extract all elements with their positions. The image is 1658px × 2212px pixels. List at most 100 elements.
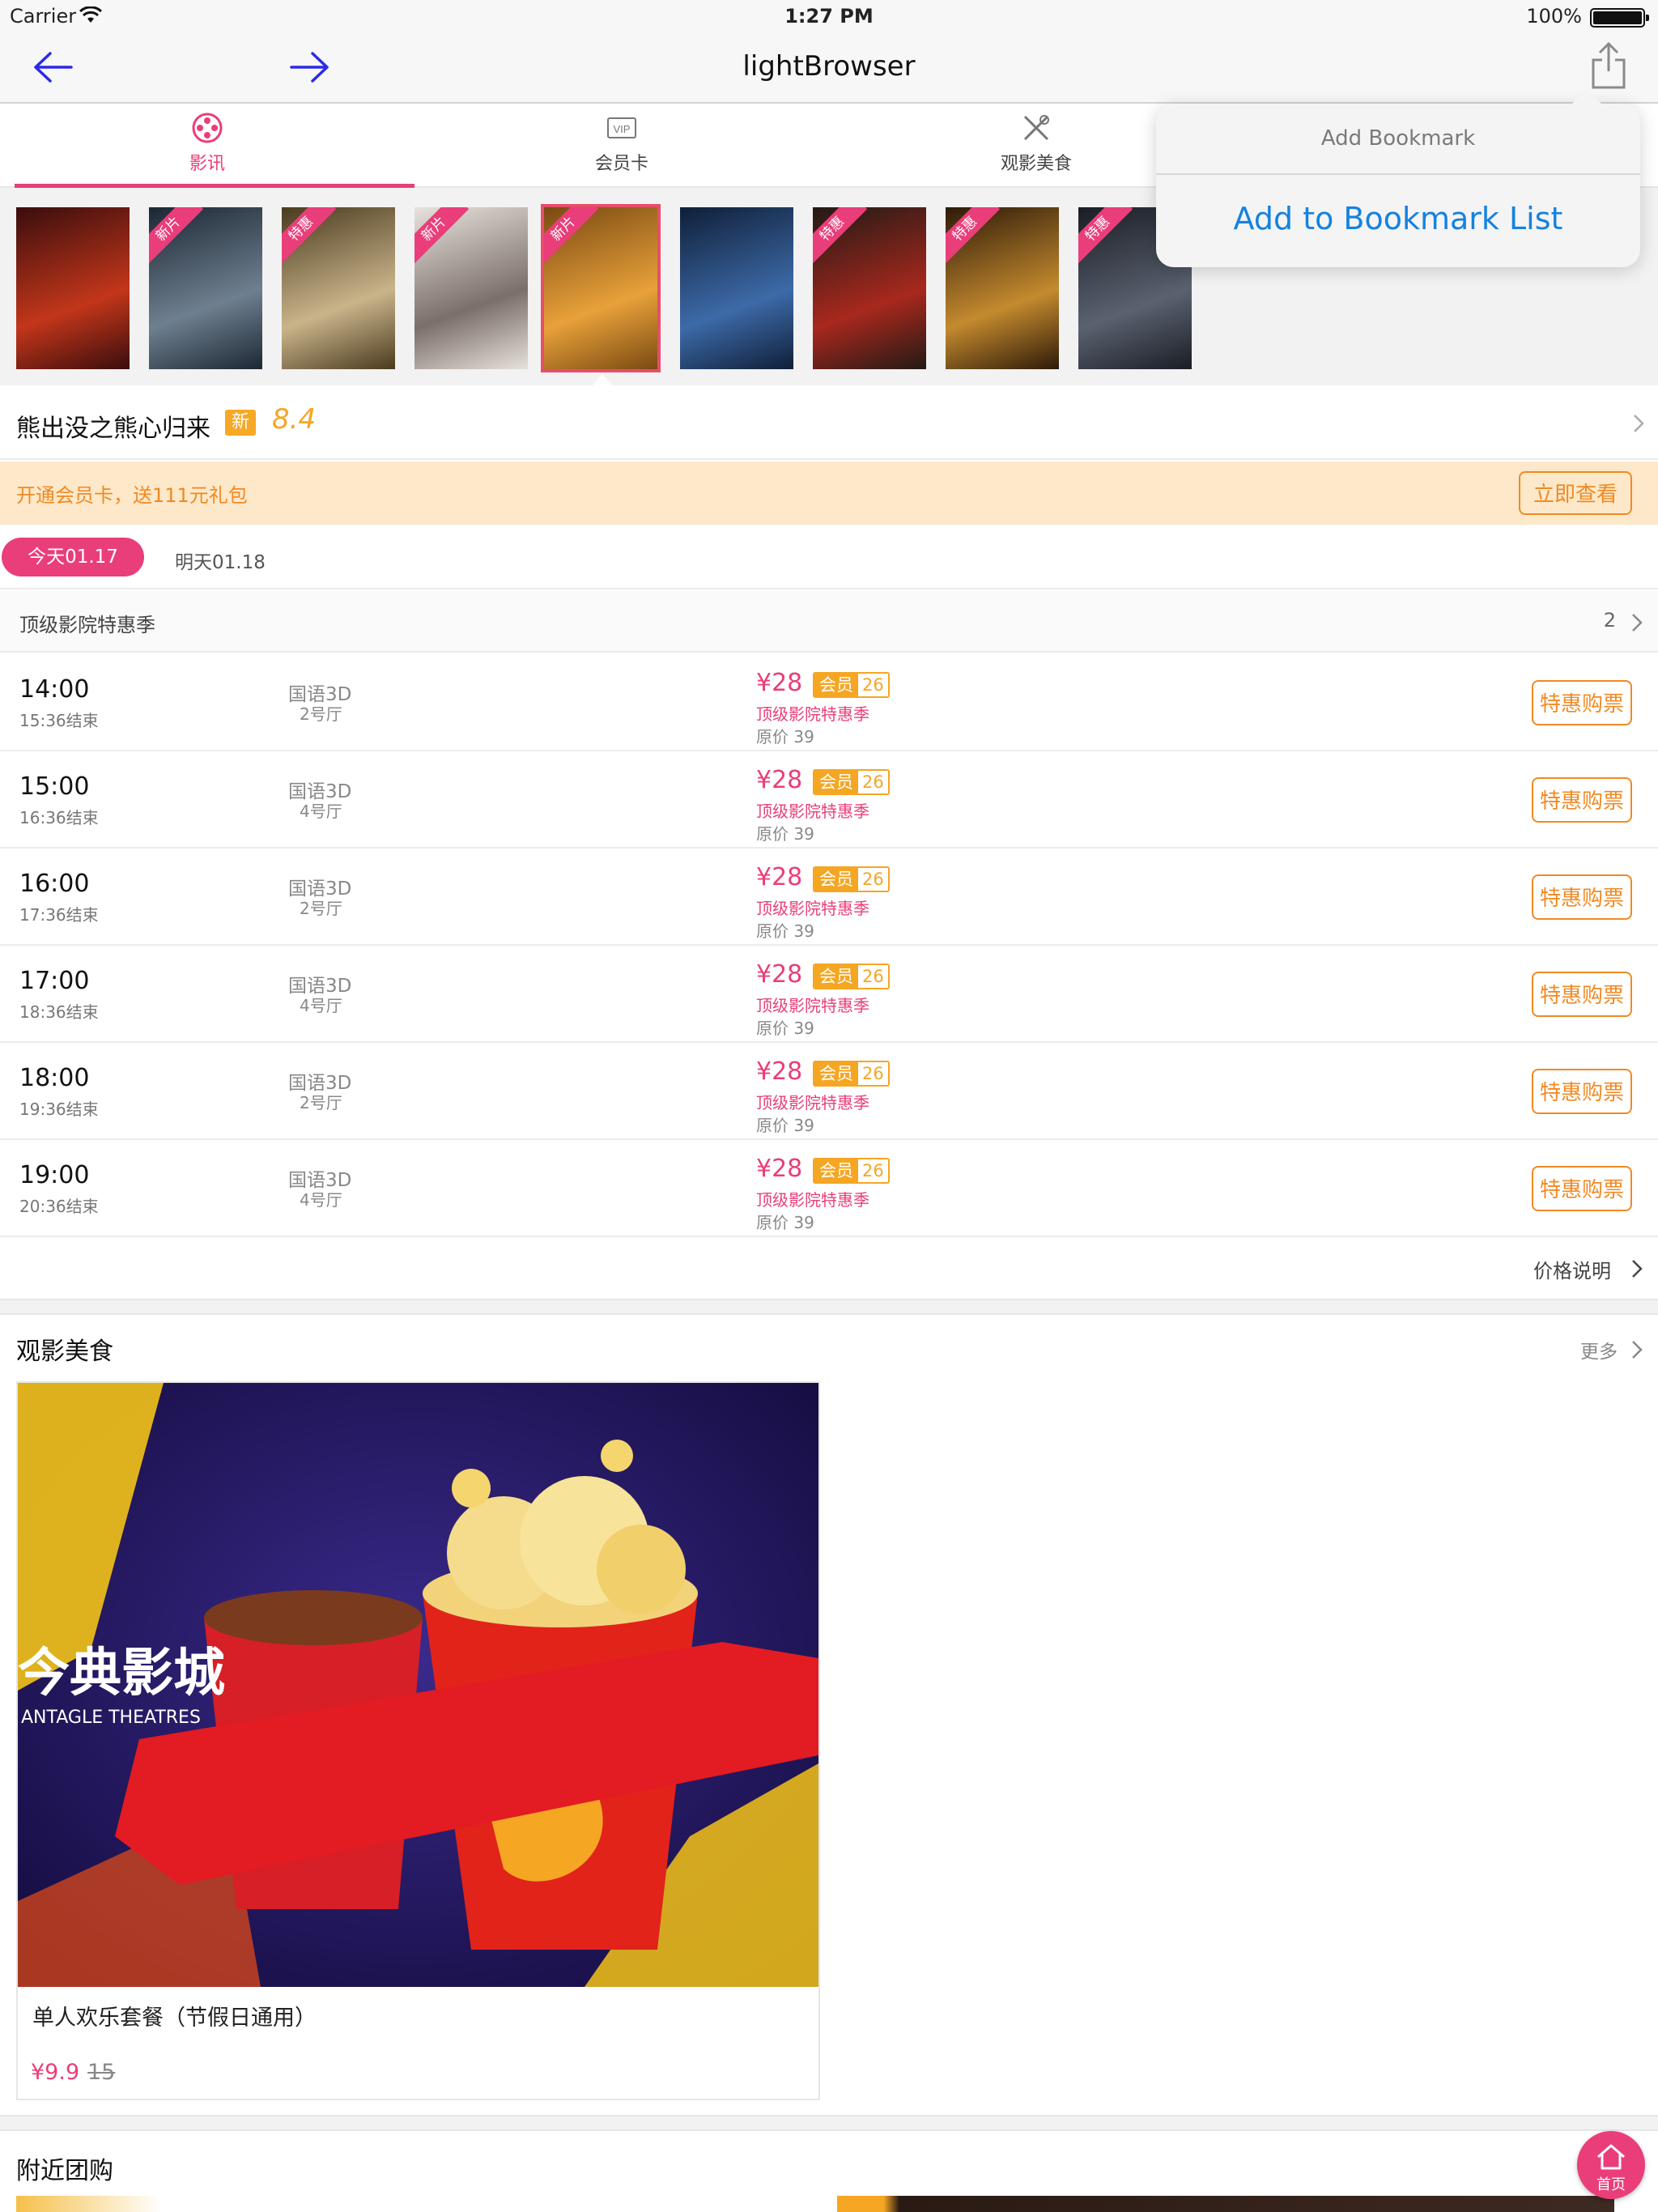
buy-ticket-button[interactable]: 特惠购票: [1532, 680, 1632, 725]
nearby-deal-thumbnail[interactable]: [837, 2196, 1614, 2212]
buy-ticket-button[interactable]: 特惠购票: [1532, 874, 1632, 920]
member-price: 26: [858, 674, 888, 696]
date-selector: 今天01.17 明天01.18: [0, 526, 1658, 589]
original-price: 原价 39: [756, 727, 814, 747]
home-button[interactable]: 首页: [1577, 2131, 1645, 2199]
member-price: 26: [858, 1159, 888, 1182]
hall-number: 2号厅: [300, 704, 342, 724]
buy-ticket-button[interactable]: 特惠购票: [1532, 1166, 1632, 1211]
nearby-deals-title: 附近团购: [16, 2157, 113, 2185]
movie-poster[interactable]: 新片: [149, 207, 262, 369]
buy-ticket-button[interactable]: 特惠购票: [1532, 972, 1632, 1017]
movie-poster[interactable]: [680, 207, 793, 369]
movie-poster[interactable]: 特惠: [946, 207, 1059, 369]
section-divider: [0, 2115, 1658, 2131]
food-image-brand: 今典影城: [18, 1644, 225, 1704]
promo-text: 开通会员卡，送111元礼包: [16, 484, 248, 507]
movie-title-row[interactable]: 熊出没之熊心归来 新 8.4: [0, 387, 1658, 460]
date-tab-today[interactable]: 今天01.17: [2, 538, 144, 576]
bookmark-popover: Add Bookmark Add to Bookmark List: [1156, 89, 1640, 267]
end-time: 18:36结束: [19, 1002, 99, 1022]
share-button[interactable]: [1590, 40, 1627, 91]
hall-number: 4号厅: [300, 996, 342, 1015]
member-price: 26: [858, 868, 888, 891]
member-price-tag: 会员 26: [813, 866, 890, 892]
promo-label: 顶级影院特惠季: [756, 704, 869, 724]
date-tab-tomorrow[interactable]: 明天01.18: [175, 547, 266, 574]
poster-badge: 特惠: [282, 207, 337, 265]
chevron-right-icon: [1632, 614, 1643, 632]
member-label: 会员: [814, 1159, 858, 1182]
poster-badge: 新片: [149, 207, 204, 265]
section-title: 顶级影院特惠季: [19, 614, 155, 636]
end-time: 20:36结束: [19, 1197, 99, 1216]
showtime-row: 16:00 17:36结束 国语3D 2号厅 ¥28 会员 26 顶级影院特惠季 原价 39 特惠…: [0, 849, 1658, 946]
food-section-title: 观影美食: [16, 1338, 113, 1366]
food-more-link[interactable]: 更多: [1580, 1336, 1618, 1363]
film-reel-icon: [191, 112, 223, 144]
member-price: 26: [858, 965, 888, 988]
member-price-tag: 会员 26: [813, 672, 890, 698]
member-label: 会员: [814, 1062, 858, 1085]
end-time: 16:36结束: [19, 808, 99, 827]
popover-title: Add Bookmark: [1320, 126, 1476, 151]
food-deal-name: 单人欢乐套餐（节假日通用）: [32, 2006, 317, 2031]
cinema-promo-header[interactable]: 顶级影院特惠季 2: [0, 591, 1658, 653]
movie-poster[interactable]: 新片: [414, 207, 528, 369]
member-label: 会员: [814, 965, 858, 988]
showtime-row: 18:00 19:36结束 国语3D 2号厅 ¥28 会员 26 顶级影院特惠季 原价 39 特惠…: [0, 1043, 1658, 1140]
battery-icon: [1590, 8, 1649, 28]
hall-number: 4号厅: [300, 1190, 342, 1210]
member-label: 会员: [814, 674, 858, 696]
price-note-row[interactable]: 价格说明: [0, 1237, 1658, 1299]
buy-ticket-button[interactable]: 特惠购票: [1532, 1069, 1632, 1114]
member-label: 会员: [814, 868, 858, 891]
food-deal-original-price: 15: [87, 2060, 116, 2085]
tab-label: 会员卡: [594, 154, 648, 174]
member-label: 会员: [814, 771, 858, 793]
start-time: 17:00: [19, 967, 90, 995]
original-price: 原价 39: [756, 1116, 814, 1135]
poster-badge: 特惠: [813, 207, 868, 265]
view-now-button[interactable]: 立即查看: [1519, 471, 1632, 515]
ticket-price: ¥28: [756, 766, 803, 794]
tab-movie-info[interactable]: 影讯: [0, 105, 414, 188]
selected-poster-pointer: [593, 374, 612, 385]
movie-poster-selected[interactable]: 新片: [541, 204, 661, 372]
end-time: 17:36结束: [19, 905, 99, 925]
movie-poster[interactable]: [16, 207, 130, 369]
popover-divider: [1156, 173, 1640, 175]
movie-poster[interactable]: 特惠: [282, 207, 395, 369]
home-icon: [1597, 2144, 1625, 2170]
new-badge: 新: [225, 410, 256, 436]
hall-number: 4号厅: [300, 802, 342, 821]
promo-label: 顶级影院特惠季: [756, 899, 869, 918]
share-icon: [1592, 41, 1626, 89]
member-price-tag: 会员 26: [813, 769, 890, 795]
poster-badge: 特惠: [1078, 207, 1133, 265]
add-to-bookmark-list-button[interactable]: Add to Bookmark List: [1156, 201, 1640, 236]
food-deal-card[interactable]: 今典影城 ANTAGLE THEATRES 单人欢乐套餐（节假日通用） ¥9.9…: [16, 1381, 820, 2100]
tab-label: 影讯: [189, 154, 225, 174]
member-price-tag: 会员 26: [813, 1061, 890, 1087]
tab-vip-card[interactable]: VIP 会员卡: [414, 105, 829, 188]
browser-navbar: lightBrowser: [0, 32, 1658, 104]
promo-label: 顶级影院特惠季: [756, 1190, 869, 1210]
movie-score: 8.4: [272, 403, 317, 436]
ticket-price: ¥28: [756, 1057, 803, 1086]
ticket-price: ¥28: [756, 960, 803, 989]
start-time: 14:00: [19, 675, 90, 704]
buy-ticket-button[interactable]: 特惠购票: [1532, 777, 1632, 823]
movie-poster[interactable]: 特惠: [813, 207, 926, 369]
nearby-deal-thumbnail[interactable]: [16, 2196, 502, 2212]
svg-text:VIP: VIP: [614, 123, 631, 135]
hall-number: 2号厅: [300, 1093, 342, 1112]
original-price: 原价 39: [756, 1213, 814, 1232]
home-button-label: 首页: [1596, 2176, 1626, 2193]
end-time: 15:36结束: [19, 711, 99, 730]
ticket-price: ¥28: [756, 863, 803, 891]
ticket-price: ¥28: [756, 1155, 803, 1183]
promo-label: 顶级影院特惠季: [756, 996, 869, 1015]
member-price-tag: 会员 26: [813, 1158, 890, 1184]
original-price: 原价 39: [756, 824, 814, 844]
